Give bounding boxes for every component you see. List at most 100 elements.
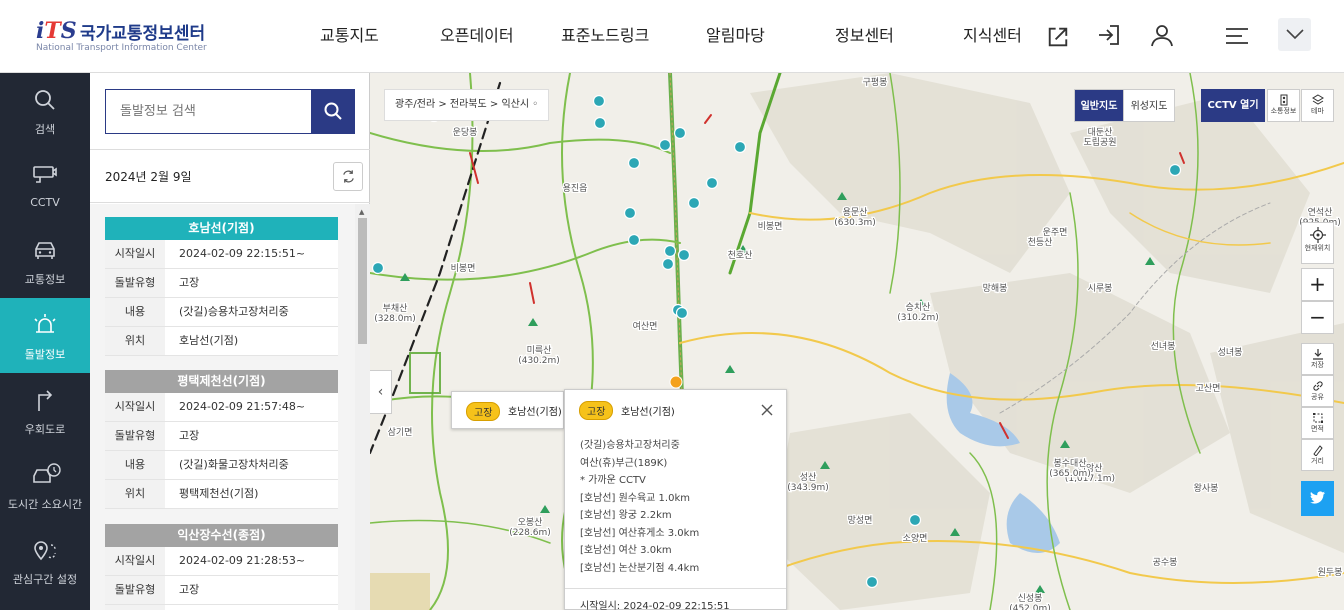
cctv-open-button[interactable]: CCTV 열기: [1201, 89, 1265, 122]
sidebar-item-label: 돌발정보: [24, 348, 66, 361]
logo-title: 국가교통정보센터: [80, 24, 206, 44]
zoom-in-button[interactable]: +: [1301, 268, 1334, 301]
nearby-cctv-link[interactable]: [호남선] 여산 3.0km: [580, 541, 672, 556]
tool-label: 소통정보: [1270, 107, 1297, 115]
expand-toggle[interactable]: [1278, 18, 1311, 51]
nearby-cctv-link[interactable]: [호남선] 왕궁 2.2km: [580, 506, 672, 521]
tool-label: 공유: [1311, 393, 1324, 401]
popup-content-line: 여산(휴)부근(189K): [580, 458, 668, 469]
share-button[interactable]: 공유: [1301, 375, 1334, 407]
ruler-icon: [1312, 445, 1323, 456]
map-place-label: 대둔산 도립공원: [1083, 127, 1116, 148]
nav-traffic-map[interactable]: 교통지도: [320, 22, 379, 46]
theme-button[interactable]: 테마: [1301, 89, 1334, 122]
traffic-map[interactable]: 구평봉대둔산도립공원용문산(630.3m)천등산운주면연석산(925.0m)시루…: [370, 73, 1344, 610]
sidebar-item-traffic[interactable]: 교통정보: [0, 223, 90, 298]
map-place-label: 운주면: [1043, 227, 1068, 238]
map-place-label: 승치산 (310.2m): [897, 301, 939, 323]
incident-content-row: 내용: [105, 605, 338, 610]
menu-icon[interactable]: [1224, 23, 1250, 49]
tool-label: 면적: [1311, 425, 1324, 433]
zoom-out-button[interactable]: −: [1301, 301, 1334, 334]
chevron-down-icon: [1286, 29, 1304, 40]
close-icon[interactable]: [760, 403, 774, 417]
nearby-cctv-link[interactable]: [호남선] 여산휴게소 3.0km: [580, 524, 699, 539]
nav-node-link[interactable]: 표준노드링크: [561, 22, 649, 46]
breadcrumb[interactable]: 광주/전라 > 전라북도 > 익산시 ◦: [384, 89, 550, 121]
map-place-label: 왕사봉: [1194, 483, 1219, 494]
row-value: 고장: [179, 429, 200, 442]
sidebar-item-search[interactable]: 검색: [0, 73, 90, 148]
row-key: 돌발유형: [105, 576, 165, 604]
distance-measure-button[interactable]: 거리: [1301, 439, 1334, 471]
user-icon[interactable]: [1149, 22, 1175, 48]
tooltip-road-name: 호남선(기점): [508, 407, 562, 418]
popup-title: 호남선(기점): [621, 407, 675, 418]
nav-notice[interactable]: 알림마당: [706, 22, 765, 46]
row-value: 2024-02-09 21:57:48~: [179, 400, 306, 413]
nav-info-center[interactable]: 정보센터: [835, 22, 894, 46]
sidebar-item-cctv[interactable]: CCTV: [0, 148, 90, 223]
incident-content-row: 내용 (갓길)화물고장차처리중: [105, 451, 338, 480]
incident-card[interactable]: 평택제천선(기점) 시작일시 2024-02-09 21:57:48~ 돌발유형 고…: [105, 370, 338, 509]
map-place-label: 미륵산 (430.2m): [518, 345, 560, 366]
map-type-satellite[interactable]: 위성지도: [1123, 89, 1175, 122]
map-place-label: 구평봉: [863, 77, 888, 88]
scroll-up-arrow-icon[interactable]: ▲: [359, 208, 364, 216]
legend-button[interactable]: 소통정보: [1267, 89, 1300, 122]
twitter-button[interactable]: [1301, 481, 1334, 516]
search-input[interactable]: [106, 90, 311, 133]
login-icon[interactable]: [1096, 22, 1122, 48]
sidebar-item-label: 관심구간 설정: [12, 573, 78, 586]
sidebar-item-label: 도시간 소요시간: [7, 498, 83, 511]
sidebar-item-label: 우회도로: [24, 423, 66, 436]
incident-type-badge: 고장: [466, 402, 501, 421]
incident-type-row: 돌발유형 고장: [105, 422, 338, 451]
row-key: 내용: [105, 451, 165, 479]
external-link-icon[interactable]: [1045, 24, 1071, 50]
map-place-label: 선녀봉: [1151, 341, 1176, 352]
incident-content-row: 내용 (갓길)승용차고장처리중: [105, 298, 338, 327]
incident-card[interactable]: 익산장수선(종점) 시작일시 2024-02-09 21:28:53~ 돌발유형 고…: [105, 524, 338, 610]
tool-label: 현재위치: [1304, 244, 1331, 252]
incident-card[interactable]: 호남선(기점) 시작일시 2024-02-09 22:15:51~ 돌발유형 고장 …: [105, 217, 338, 356]
detour-icon: [38, 390, 53, 411]
map-place-label: 원두봉: [1318, 567, 1343, 578]
area-measure-button[interactable]: 면적: [1301, 407, 1334, 439]
map-canvas[interactable]: 구평봉대둔산도립공원용문산(630.3m)천등산운주면연석산(925.0m)시루…: [370, 73, 1344, 610]
nav-open-data[interactable]: 오픈데이터: [440, 22, 514, 46]
twitter-icon: [1310, 491, 1325, 504]
date-row: 2024년 2월 9일: [90, 149, 370, 203]
search-button[interactable]: [311, 89, 355, 134]
map-place-label: 비봉면: [758, 221, 783, 232]
search-icon: [324, 102, 342, 120]
row-value: 호남선(기점): [179, 334, 239, 347]
nearby-cctv-link[interactable]: [호남선] 원수육교 1.0km: [580, 489, 690, 504]
incident-title: 익산장수선(종점): [105, 524, 338, 547]
sidebar-item-interest-section[interactable]: 관심구간 설정: [0, 523, 90, 598]
current-location-button[interactable]: 현재위치: [1301, 222, 1334, 264]
save-button[interactable]: 저장: [1301, 343, 1334, 375]
incident-panel: 2024년 2월 9일 호남선(기점) 시작일시 2024-02-09 22:15…: [90, 73, 370, 610]
scroll-thumb[interactable]: [358, 218, 367, 344]
map-place-label: 봉수대산 (365.0m): [1049, 458, 1091, 479]
panel-collapse-button[interactable]: ‹: [370, 370, 392, 414]
map-place-label: 망성면: [848, 515, 873, 526]
sidebar-item-incident[interactable]: 돌발정보: [0, 298, 90, 373]
nearby-cctv-link[interactable]: [호남선] 논산분기점 4.4km: [580, 559, 699, 574]
nav-knowledge-center[interactable]: 지식센터: [963, 22, 1022, 46]
row-value: 평택제천선(기점): [179, 487, 259, 500]
map-place-label: 성녀봉: [1218, 347, 1243, 358]
refresh-button[interactable]: [333, 162, 363, 191]
list-scrollbar[interactable]: ▲: [355, 204, 370, 610]
incident-tooltip[interactable]: 고장 호남선(기점): [451, 391, 564, 429]
tool-label: 테마: [1311, 107, 1324, 115]
sidebar: 검색 CCTV 교통정보 돌발정보 우회도로 도시간 소요시간 관심구간 설정: [0, 73, 90, 610]
sidebar-item-detour[interactable]: 우회도로: [0, 373, 90, 448]
map-place-label: 오봉산 (228.6m): [509, 517, 551, 538]
popup-start-time: 시작일시: 2024-02-09 22:15:51: [580, 601, 730, 610]
map-type-normal[interactable]: 일반지도: [1074, 89, 1124, 122]
incident-popup: 고장 호남선(기점) (갓길)승용차고장처리중 여산(휴)부근(189K) * …: [564, 389, 787, 610]
incident-type-row: 돌발유형 고장: [105, 269, 338, 298]
sidebar-item-travel-time[interactable]: 도시간 소요시간: [0, 448, 90, 523]
